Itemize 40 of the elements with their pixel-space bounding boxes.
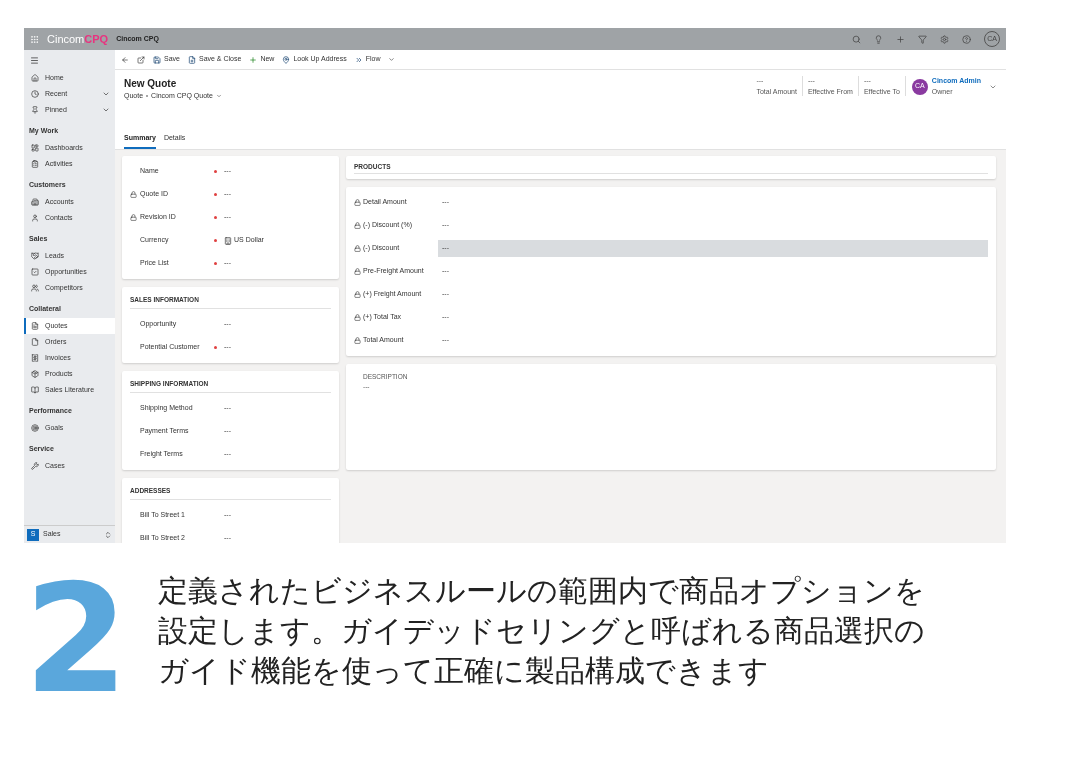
chevrons-icon — [354, 55, 363, 64]
caption-line: ガイド機能を使って正確に製品構成できます — [158, 653, 771, 689]
clipboard-icon — [31, 160, 39, 168]
wrench-icon — [31, 462, 39, 470]
step-number: 2 — [24, 579, 129, 699]
pin-icon — [282, 55, 291, 64]
clock-icon — [31, 90, 39, 98]
document-icon — [187, 55, 196, 64]
plus-icon — [249, 55, 258, 64]
box-icon — [31, 370, 39, 378]
record-title: New Quote — [124, 77, 178, 91]
person-icon — [31, 284, 39, 292]
app-launcher-icon[interactable] — [30, 34, 39, 44]
checkbox-icon — [31, 268, 39, 276]
pin-icon — [31, 106, 39, 114]
handshake-icon — [31, 252, 39, 260]
home-icon — [31, 74, 39, 82]
up-down-icon — [104, 530, 112, 539]
popout-icon[interactable] — [137, 55, 145, 64]
chevron-icon[interactable] — [215, 93, 222, 100]
lightbulb-icon[interactable] — [874, 34, 883, 44]
back-icon[interactable] — [121, 55, 129, 64]
dashboard-icon — [31, 144, 39, 152]
brand-logo: CincomCPQ — [47, 31, 109, 47]
caption-line: 定義されたビジネスルールの範囲内で商品オプションを — [158, 573, 926, 609]
caption-line: 設定します。ガイデッドセリングと呼ばれる商品選択の — [158, 613, 926, 649]
person-icon — [31, 214, 39, 222]
save-icon — [153, 55, 161, 64]
receipt-icon — [31, 354, 39, 362]
help-icon[interactable] — [962, 34, 971, 44]
settings-icon[interactable] — [940, 34, 949, 44]
document-icon — [31, 322, 39, 330]
menu-icon[interactable] — [30, 55, 39, 65]
chevron-icon — [387, 56, 395, 63]
book-icon — [31, 386, 39, 394]
search-icon[interactable] — [852, 34, 861, 44]
filter-icon[interactable] — [918, 34, 927, 44]
target-icon — [31, 424, 39, 432]
document-icon — [31, 338, 39, 346]
plus-icon[interactable] — [896, 34, 905, 44]
